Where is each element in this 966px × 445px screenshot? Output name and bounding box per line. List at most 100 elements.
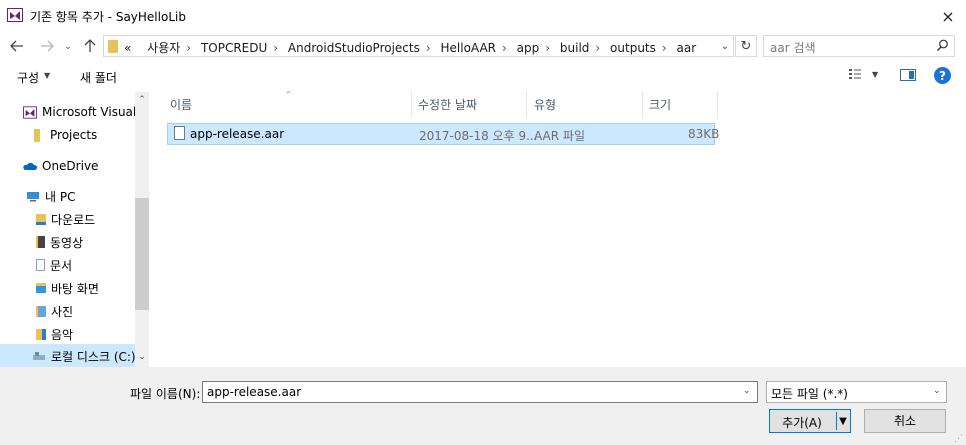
search-input[interactable]: aar 검색 — [763, 35, 955, 57]
preview-pane-icon — [909, 71, 914, 79]
chevron-down-icon: ⌄ — [63, 40, 73, 52]
window-title: 기존 항목 추가 - SayHelloLib — [30, 10, 186, 24]
sidebar-item-local-disk[interactable]: 로컬 디스크 (C:) — [32, 346, 136, 366]
file-type-filter[interactable]: 모든 파일 (*.*) ⌄ — [766, 381, 947, 403]
file-date: 2017-08-18 오후 9... — [419, 129, 538, 143]
add-button[interactable]: 추가(A) ▼ — [769, 409, 851, 433]
cancel-button[interactable]: 취소 — [864, 409, 946, 433]
preview-pane-button[interactable] — [900, 69, 916, 81]
add-label: 추가(A) — [782, 416, 822, 430]
scroll-up-icon[interactable]: ⌃ — [135, 94, 149, 106]
back-button[interactable] — [6, 36, 28, 56]
close-icon: × — [941, 6, 955, 26]
chevron-down-icon[interactable]: ⌄ — [743, 386, 751, 396]
videos-icon — [36, 236, 45, 248]
breadcrumb-item[interactable]: aar — [677, 41, 697, 55]
file-name[interactable]: app-release.aar — [190, 127, 284, 141]
dialog-footer — [0, 367, 966, 445]
breadcrumb: « 사용자 › TOPCREDU › AndroidStudioProjects › … — [124, 41, 697, 55]
organize-label: 구성 — [17, 71, 40, 85]
sidebar-item-label: OneDrive — [42, 159, 99, 173]
sidebar-item-label: 다운로드 — [51, 212, 96, 227]
sort-ascending-icon: ⌃ — [285, 90, 292, 99]
sidebar-item-label: 사진 — [51, 304, 74, 319]
sidebar-item-label: 내 PC — [45, 189, 76, 204]
help-icon: ? — [939, 68, 946, 83]
search-placeholder: aar 검색 — [770, 41, 816, 55]
sidebar-item-videos[interactable]: 동영상 — [36, 232, 83, 252]
arrow-left-icon — [10, 40, 23, 52]
sidebar-item-desktop[interactable]: 바탕 화면 — [36, 278, 99, 298]
new-folder-label: 새 폴더 — [80, 71, 117, 85]
filename-label: 파일 이름(N): — [130, 387, 201, 401]
breadcrumb-item[interactable]: app — [517, 41, 540, 55]
forward-button[interactable] — [36, 36, 58, 56]
downloads-icon — [36, 213, 46, 225]
column-header-type[interactable]: 유형 — [534, 96, 556, 113]
search-icon — [937, 39, 948, 51]
music-icon — [36, 328, 46, 340]
add-options-arrow[interactable]: ▼ — [837, 411, 849, 431]
sidebar-item-label: 음악 — [51, 327, 74, 342]
scroll-down-icon[interactable]: ⌄ — [135, 350, 149, 364]
arrow-up-icon — [84, 39, 96, 52]
view-options-icon[interactable] — [848, 67, 862, 81]
breadcrumb-item[interactable]: 사용자 — [147, 41, 180, 55]
organize-button[interactable]: 구성 — [17, 69, 39, 86]
up-button[interactable] — [79, 36, 101, 56]
recent-locations-button[interactable]: ⌄ — [60, 36, 76, 56]
cancel-label: 취소 — [893, 414, 917, 428]
breadcrumb-item[interactable]: TOPCREDU — [201, 41, 267, 55]
column-divider[interactable] — [642, 92, 643, 118]
sidebar-item-visual-studio[interactable]: Microsoft Visual S — [23, 102, 148, 122]
filter-value: 모든 파일 (*.*) — [771, 387, 848, 401]
chevron-down-icon: ⌄ — [720, 40, 730, 52]
sidebar-item-label: Projects — [50, 128, 98, 142]
scroll-thumb[interactable] — [135, 198, 149, 310]
sidebar-item-documents[interactable]: 문서 — [36, 255, 72, 275]
sidebar-item-label: 바탕 화면 — [51, 281, 99, 296]
title-bar: 기존 항목 추가 - SayHelloLib × — [0, 0, 966, 30]
column-divider[interactable] — [526, 92, 527, 118]
file-icon — [174, 126, 185, 140]
sidebar-item-downloads[interactable]: 다운로드 — [36, 209, 95, 229]
chevron-down-icon: ▼ — [44, 71, 51, 80]
sidebar-item-label: 동영상 — [50, 235, 84, 250]
sidebar-item-this-pc[interactable]: 내 PC — [26, 186, 75, 206]
file-size: 83KB — [688, 127, 720, 141]
caret-down-icon: ▼ — [839, 415, 847, 427]
cloud-icon — [23, 162, 37, 170]
folder-icon — [108, 40, 118, 53]
sidebar-item-music[interactable]: 음악 — [36, 324, 73, 344]
refresh-button[interactable]: ↻ — [735, 35, 757, 57]
chevron-down-icon: ⌄ — [933, 386, 941, 396]
column-divider[interactable] — [717, 92, 718, 118]
desktop-icon — [36, 283, 46, 293]
sidebar-item-label: Microsoft Visual S — [42, 105, 148, 119]
sidebar-item-pictures[interactable]: 사진 — [36, 301, 73, 321]
new-folder-button[interactable]: 새 폴더 — [80, 69, 117, 86]
column-divider[interactable] — [411, 92, 412, 118]
column-header-size[interactable]: 크기 — [649, 96, 671, 113]
folder-icon — [34, 128, 40, 142]
sidebar-item-projects[interactable]: Projects — [34, 125, 97, 145]
arrow-right-icon — [41, 40, 54, 52]
column-header-date[interactable]: 수정한 날짜 — [418, 96, 477, 113]
filename-field[interactable]: app-release.aar ⌄ — [202, 381, 758, 403]
breadcrumb-item[interactable]: outputs — [610, 41, 656, 55]
address-bar[interactable]: « 사용자 › TOPCREDU › AndroidStudioProjects › … — [103, 35, 734, 57]
column-header-name[interactable]: 이름 — [170, 96, 192, 113]
breadcrumb-item[interactable]: HelloAAR — [441, 41, 497, 55]
file-type: AAR 파일 — [534, 129, 585, 143]
sidebar-item-label: 문서 — [50, 258, 73, 273]
sidebar-item-onedrive[interactable]: OneDrive — [23, 156, 98, 176]
view-menu-arrow[interactable]: ▼ — [872, 70, 878, 79]
visual-studio-icon — [23, 105, 37, 119]
breadcrumb-item[interactable]: AndroidStudioProjects — [288, 41, 420, 55]
address-history-button[interactable]: ⌄ — [718, 38, 732, 54]
breadcrumb-item[interactable]: build — [560, 41, 590, 55]
pictures-icon — [36, 305, 46, 317]
help-button[interactable]: ? — [934, 67, 951, 84]
resize-grip-icon[interactable]: ⋰ — [954, 434, 964, 444]
close-button[interactable]: × — [930, 2, 966, 30]
